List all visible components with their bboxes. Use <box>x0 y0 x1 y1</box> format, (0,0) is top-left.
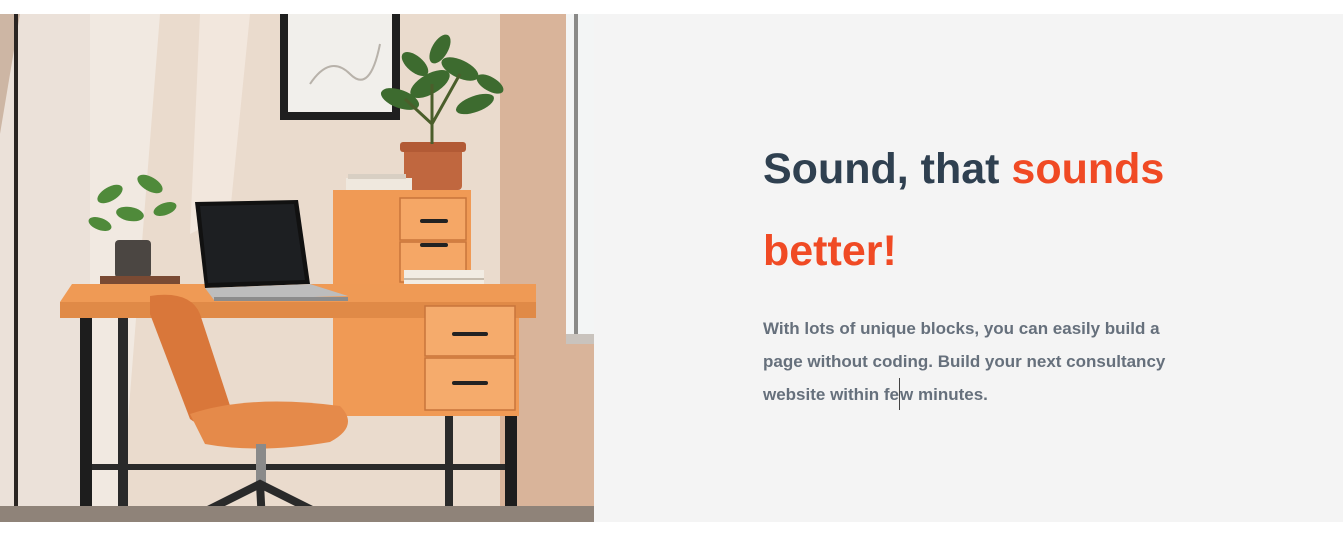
hero-section: Sound, that sounds better! With lots of … <box>0 14 1343 522</box>
hero-text-panel: Sound, that sounds better! With lots of … <box>594 14 1343 522</box>
heading-main-text: Sound, that <box>763 145 1012 193</box>
hero-image <box>0 14 594 522</box>
hero-heading: Sound, that sounds better! <box>763 128 1223 292</box>
desk-illustration <box>0 14 594 522</box>
description-text-end: w minutes. <box>900 385 988 404</box>
hero-description[interactable]: With lots of unique blocks, you can easi… <box>763 312 1193 411</box>
